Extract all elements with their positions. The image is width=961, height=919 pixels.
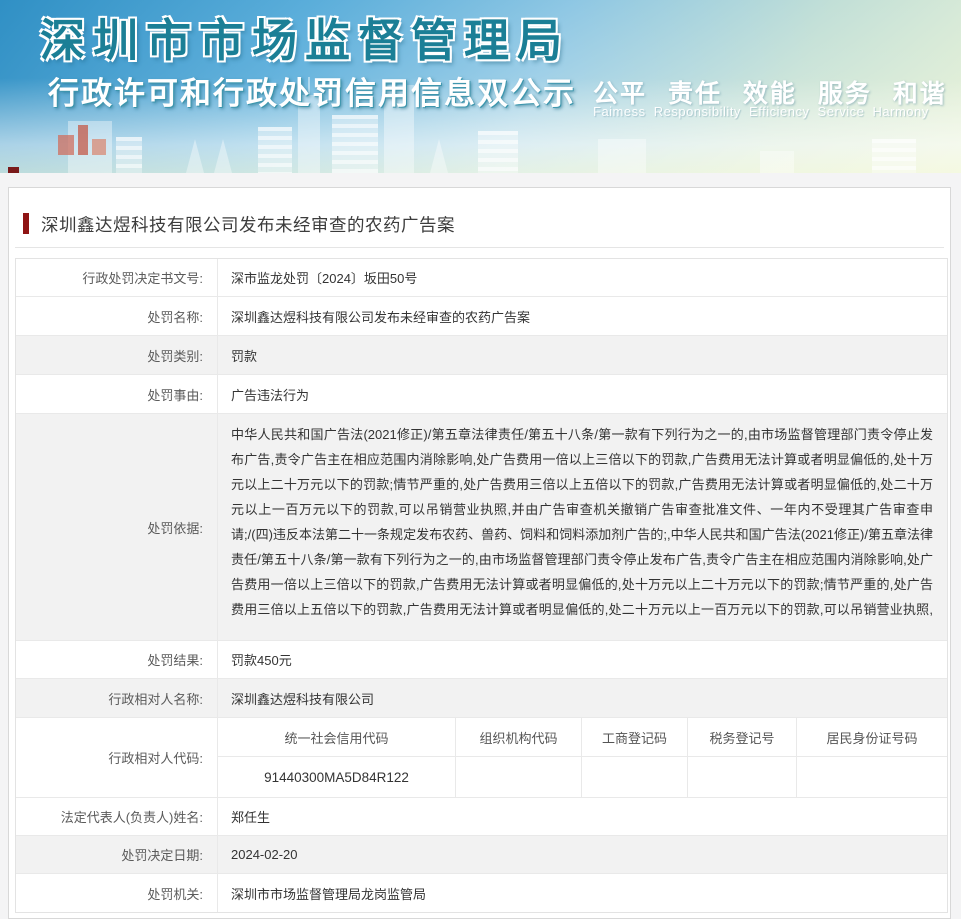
table-row-penalty-category: 处罚类别: 罚款 — [16, 336, 947, 375]
red-building — [58, 135, 74, 155]
code-col-header: 工商登记码 — [582, 718, 688, 756]
skyline-building — [598, 139, 646, 173]
red-building — [92, 139, 106, 155]
row-label: 行政处罚决定书文号: — [16, 259, 218, 296]
row-label: 处罚结果: — [16, 641, 218, 678]
table-row-party-name: 行政相对人名称: 深圳鑫达煜科技有限公司 — [16, 679, 947, 718]
row-value: 深圳鑫达煜科技有限公司 — [218, 679, 947, 717]
table-row-penalty-reason: 处罚事由: 广告违法行为 — [16, 375, 947, 414]
code-col-header: 组织机构代码 — [456, 718, 582, 756]
row-label: 处罚类别: — [16, 336, 218, 374]
code-value-uscc: 91440300MA5D84R122 — [218, 757, 456, 797]
row-label: 处罚决定日期: — [16, 836, 218, 873]
skyline-building — [478, 131, 518, 173]
row-value: 2024-02-20 — [218, 836, 947, 873]
article-header: 深圳鑫达煜科技有限公司发布未经审查的农药广告案 — [15, 188, 944, 248]
row-value: 广告违法行为 — [218, 375, 947, 413]
skyline-tree — [430, 139, 448, 173]
row-value: 罚款450元 — [218, 641, 947, 678]
code-col-header: 统一社会信用代码 — [218, 718, 456, 756]
code-value-business — [582, 757, 688, 797]
content-card: 深圳鑫达煜科技有限公司发布未经审查的农药广告案 行政处罚决定书文号: 深市监龙处… — [8, 187, 951, 919]
skyline-truck — [760, 151, 794, 173]
banner-corner-chip — [8, 167, 19, 173]
banner-org-title: 深圳市市场监督管理局 — [40, 4, 570, 69]
row-value: 深市监龙处罚〔2024〕坂田50号 — [218, 259, 947, 296]
page-title: 深圳鑫达煜科技有限公司发布未经审查的农药广告案 — [41, 212, 455, 237]
code-value-id — [797, 757, 947, 797]
table-row-penalty-authority: 处罚机关: 深圳市市场监督管理局龙岗监管局 — [16, 874, 947, 912]
codes-subtable: 统一社会信用代码 组织机构代码 工商登记码 税务登记号 居民身份证号码 9144… — [218, 718, 947, 797]
table-row-party-codes: 行政相对人代码: 统一社会信用代码 组织机构代码 工商登记码 税务登记号 居民身… — [16, 718, 947, 798]
skyline-tree — [186, 139, 204, 173]
row-value: 中华人民共和国广告法(2021修正)/第五章法律责任/第五十八条/第一款有下列行… — [218, 414, 947, 625]
row-value: 罚款 — [218, 336, 947, 374]
banner-subtitle: 行政许可和行政处罚信用信息双公示 — [48, 68, 576, 113]
row-label: 行政相对人名称: — [16, 679, 218, 717]
row-value: 深圳鑫达煜科技有限公司发布未经审查的农药广告案 — [218, 297, 947, 335]
title-accent-bar — [23, 213, 29, 234]
row-value: 郑任生 — [218, 798, 947, 835]
table-row-decision-number: 行政处罚决定书文号: 深市监龙处罚〔2024〕坂田50号 — [16, 259, 947, 297]
skyline-building — [258, 127, 292, 173]
code-col-header: 居民身份证号码 — [797, 718, 947, 756]
skyline-building — [116, 137, 142, 173]
row-label: 处罚名称: — [16, 297, 218, 335]
row-label: 行政相对人代码: — [16, 718, 218, 797]
code-col-header: 税务登记号 — [688, 718, 797, 756]
row-label: 处罚事由: — [16, 375, 218, 413]
skyline-building — [872, 139, 916, 173]
code-value-tax — [688, 757, 797, 797]
penalty-table: 行政处罚决定书文号: 深市监龙处罚〔2024〕坂田50号 处罚名称: 深圳鑫达煜… — [15, 258, 948, 913]
row-value: 深圳市市场监督管理局龙岗监管局 — [218, 874, 947, 912]
code-value-org — [456, 757, 582, 797]
codes-value-row: 91440300MA5D84R122 — [218, 757, 947, 797]
banner-motto-en: Faimess Responsibility Efficiency Servic… — [593, 104, 929, 119]
red-building — [78, 125, 88, 155]
table-row-penalty-result: 处罚结果: 罚款450元 — [16, 641, 947, 679]
skyline-building — [332, 115, 378, 173]
table-row-legal-representative: 法定代表人(负责人)姓名: 郑任生 — [16, 798, 947, 836]
table-row-decision-date: 处罚决定日期: 2024-02-20 — [16, 836, 947, 874]
row-label: 法定代表人(负责人)姓名: — [16, 798, 218, 835]
row-label: 处罚机关: — [16, 874, 218, 912]
site-banner: 深圳市市场监督管理局 行政许可和行政处罚信用信息双公示 公平 责任 效能 服务 … — [0, 0, 961, 173]
table-row-penalty-basis: 处罚依据: 中华人民共和国广告法(2021修正)/第五章法律责任/第五十八条/第… — [16, 414, 947, 641]
codes-header-row: 统一社会信用代码 组织机构代码 工商登记码 税务登记号 居民身份证号码 — [218, 718, 947, 757]
skyline-tree — [214, 139, 232, 173]
row-label: 处罚依据: — [16, 414, 218, 640]
table-row-penalty-name: 处罚名称: 深圳鑫达煜科技有限公司发布未经审查的农药广告案 — [16, 297, 947, 336]
